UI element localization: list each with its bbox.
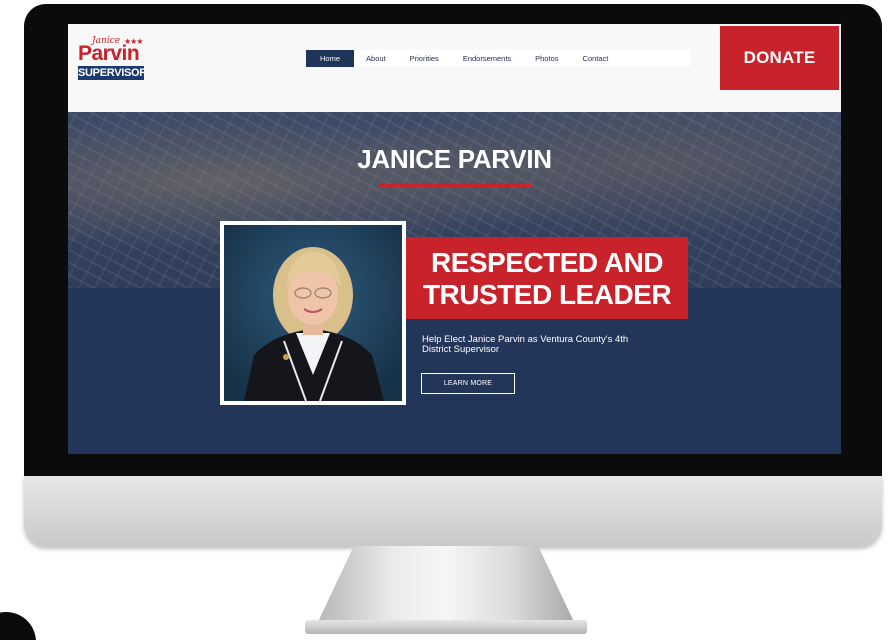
nav-item-photos[interactable]: Photos [523,50,570,67]
learn-more-button[interactable]: LEARN MORE [421,373,515,394]
monitor-stand-neck [318,546,574,622]
title-underline [379,184,531,187]
headline-line-1: RESPECTED AND [430,247,664,278]
nav-item-endorsements[interactable]: Endorsements [451,50,523,67]
campaign-logo[interactable]: Janice ★★★ Parvin SUPERVISOR [78,36,147,82]
hero-subtext: Help Elect Janice Parvin as Ventura Coun… [422,335,682,355]
decorative-shape [0,612,36,640]
monitor-chin [24,476,882,546]
logo-last-name: Parvin [78,42,140,65]
donate-button[interactable]: DONATE [720,26,839,90]
website-screen: Janice ★★★ Parvin SUPERVISOR Home About … [68,24,841,454]
nav-item-home[interactable]: Home [306,50,355,67]
candidate-photo [224,225,402,401]
hero-headline: RESPECTED AND TRUSTED LEADER [406,237,688,319]
candidate-portrait-illustration [244,247,384,401]
hero-title: JANICE PARVIN [357,144,552,174]
headline-line-2: TRUSTED LEADER [422,279,672,310]
nav-item-priorities[interactable]: Priorities [398,50,451,67]
nav-item-about[interactable]: About [354,50,398,67]
site-header: Janice ★★★ Parvin SUPERVISOR Home About … [68,24,841,112]
logo-office: SUPERVISOR [78,66,147,80]
main-nav: Home About Priorities Endorsements Photo… [306,50,690,67]
monitor-stand-base [305,620,587,634]
subtext-line-2: District Supervisor [422,344,500,355]
candidate-photo-frame [220,221,406,405]
nav-item-contact[interactable]: Contact [571,50,621,67]
